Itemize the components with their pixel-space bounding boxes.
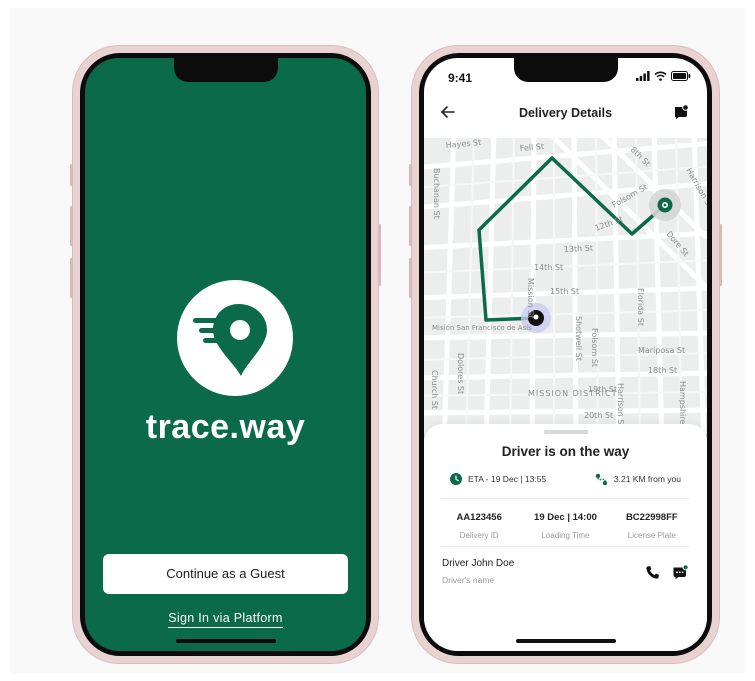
divider bbox=[442, 498, 689, 499]
delivery-screen: 9:41 Delivery Details Hayes St Fell St 8… bbox=[424, 58, 707, 651]
canvas: trace.way Continue as a Guest Sign In vi… bbox=[10, 8, 745, 673]
sign-in-link-wrap: Sign In via Platform bbox=[85, 609, 366, 628]
driver-status-title: Driver is on the way bbox=[501, 444, 630, 459]
continue-as-guest-button[interactable]: Continue as a Guest bbox=[103, 554, 348, 594]
driver-actions bbox=[645, 564, 689, 580]
delivery-id-cell: AA123456 Delivery ID bbox=[436, 512, 522, 540]
map-canvas: Hayes St Fell St 8th StBuchanan St Folsom S… bbox=[424, 138, 707, 438]
license-plate-label: License Plate bbox=[627, 531, 676, 540]
power-button bbox=[719, 224, 722, 286]
brand-name: trace.way bbox=[145, 408, 306, 446]
volume-up-button bbox=[70, 206, 73, 246]
loading-time-value: 19 Dec | 14:00 bbox=[534, 512, 597, 523]
volume-down-button bbox=[409, 258, 412, 298]
loading-time-label: Loading Time bbox=[541, 531, 590, 540]
app-header: Delivery Details bbox=[424, 100, 707, 130]
map-street-label: 14th St bbox=[534, 263, 563, 272]
notch bbox=[513, 58, 618, 82]
eta-text: ETA - 19 Dec | 13:55 bbox=[468, 474, 547, 484]
route-map[interactable]: Hayes St Fell St 8th St Buchanan St Folsom S… bbox=[424, 138, 707, 438]
eta-row: ETA - 19 Dec | 13:55 3.21 KM from you bbox=[450, 468, 681, 490]
map-street-label: Shotwell St bbox=[574, 316, 583, 361]
map-street-label: Mariposa St bbox=[638, 346, 685, 355]
phone-delivery: 9:41 Delivery Details Hayes St Fell St 8… bbox=[409, 46, 722, 663]
wifi-icon bbox=[654, 71, 667, 81]
message-icon[interactable] bbox=[673, 104, 689, 120]
map-street-label: Church St bbox=[430, 370, 439, 409]
home-indicator bbox=[175, 639, 276, 643]
sign-in-via-platform-link[interactable]: Sign In via Platform bbox=[168, 611, 283, 628]
driver-name-label: Driver's name bbox=[442, 575, 495, 585]
distance-text: 3.21 KM from you bbox=[613, 474, 681, 484]
map-street-label: Misión San Francisco de Asís bbox=[432, 324, 532, 332]
clock-icon bbox=[450, 473, 462, 485]
speed-pin-icon bbox=[193, 304, 267, 376]
map-street-label: Buchanan St bbox=[432, 168, 441, 219]
volume-down-button bbox=[70, 258, 73, 298]
map-street-label: Folsom St bbox=[590, 328, 599, 367]
map-street-label: 18th St bbox=[648, 366, 677, 375]
eta-item: ETA - 19 Dec | 13:55 bbox=[450, 473, 546, 485]
phone-splash: trace.way Continue as a Guest Sign In vi… bbox=[70, 46, 381, 663]
home-indicator bbox=[515, 639, 616, 643]
delivery-id-label: Delivery ID bbox=[459, 531, 499, 540]
status-time: 9:41 bbox=[448, 71, 473, 85]
signal-icon bbox=[636, 71, 650, 81]
mute-switch bbox=[409, 164, 412, 186]
license-plate-value: BC22998FF bbox=[625, 512, 678, 523]
page-title: Delivery Details bbox=[518, 106, 613, 120]
map-street-label: Dolores St bbox=[456, 353, 465, 394]
map-street-label: 13th St bbox=[564, 243, 594, 254]
driver-name: Driver John Doe bbox=[442, 558, 515, 569]
driver-info: Driver John Doe Driver's name bbox=[442, 558, 514, 585]
map-street-label: 20th St bbox=[584, 411, 613, 420]
splash-screen: trace.way Continue as a Guest Sign In vi… bbox=[85, 58, 366, 651]
volume-up-button bbox=[409, 206, 412, 246]
distance-item: 3.21 KM from you bbox=[595, 473, 681, 486]
chat-icon[interactable] bbox=[672, 564, 689, 580]
divider bbox=[442, 546, 689, 547]
logo bbox=[177, 280, 293, 396]
map-street-label: 15th St bbox=[550, 287, 579, 296]
route-icon bbox=[595, 473, 608, 485]
delivery-id-value: AA123456 bbox=[456, 512, 502, 523]
loading-time-cell: 19 Dec | 14:00 Loading Time bbox=[522, 512, 608, 540]
power-button bbox=[378, 224, 381, 286]
map-street-label: MISSION DISTRICT bbox=[528, 389, 617, 398]
license-plate-cell: BC22998FF License Plate bbox=[609, 512, 695, 540]
delivery-sheet: Driver is on the way ETA - 19 Dec | 13:5… bbox=[424, 424, 707, 651]
delivery-info-row: AA123456 Delivery ID 19 Dec | 14:00 Load… bbox=[436, 512, 695, 540]
map-street-label: Florida St bbox=[636, 288, 645, 326]
phone-call-icon[interactable] bbox=[645, 565, 660, 580]
map-street-label: Mission St bbox=[526, 278, 535, 318]
sheet-grabber[interactable] bbox=[543, 430, 588, 434]
status-icons bbox=[636, 71, 691, 81]
battery-icon bbox=[671, 71, 691, 81]
notch bbox=[173, 58, 278, 82]
mute-switch bbox=[70, 164, 73, 186]
